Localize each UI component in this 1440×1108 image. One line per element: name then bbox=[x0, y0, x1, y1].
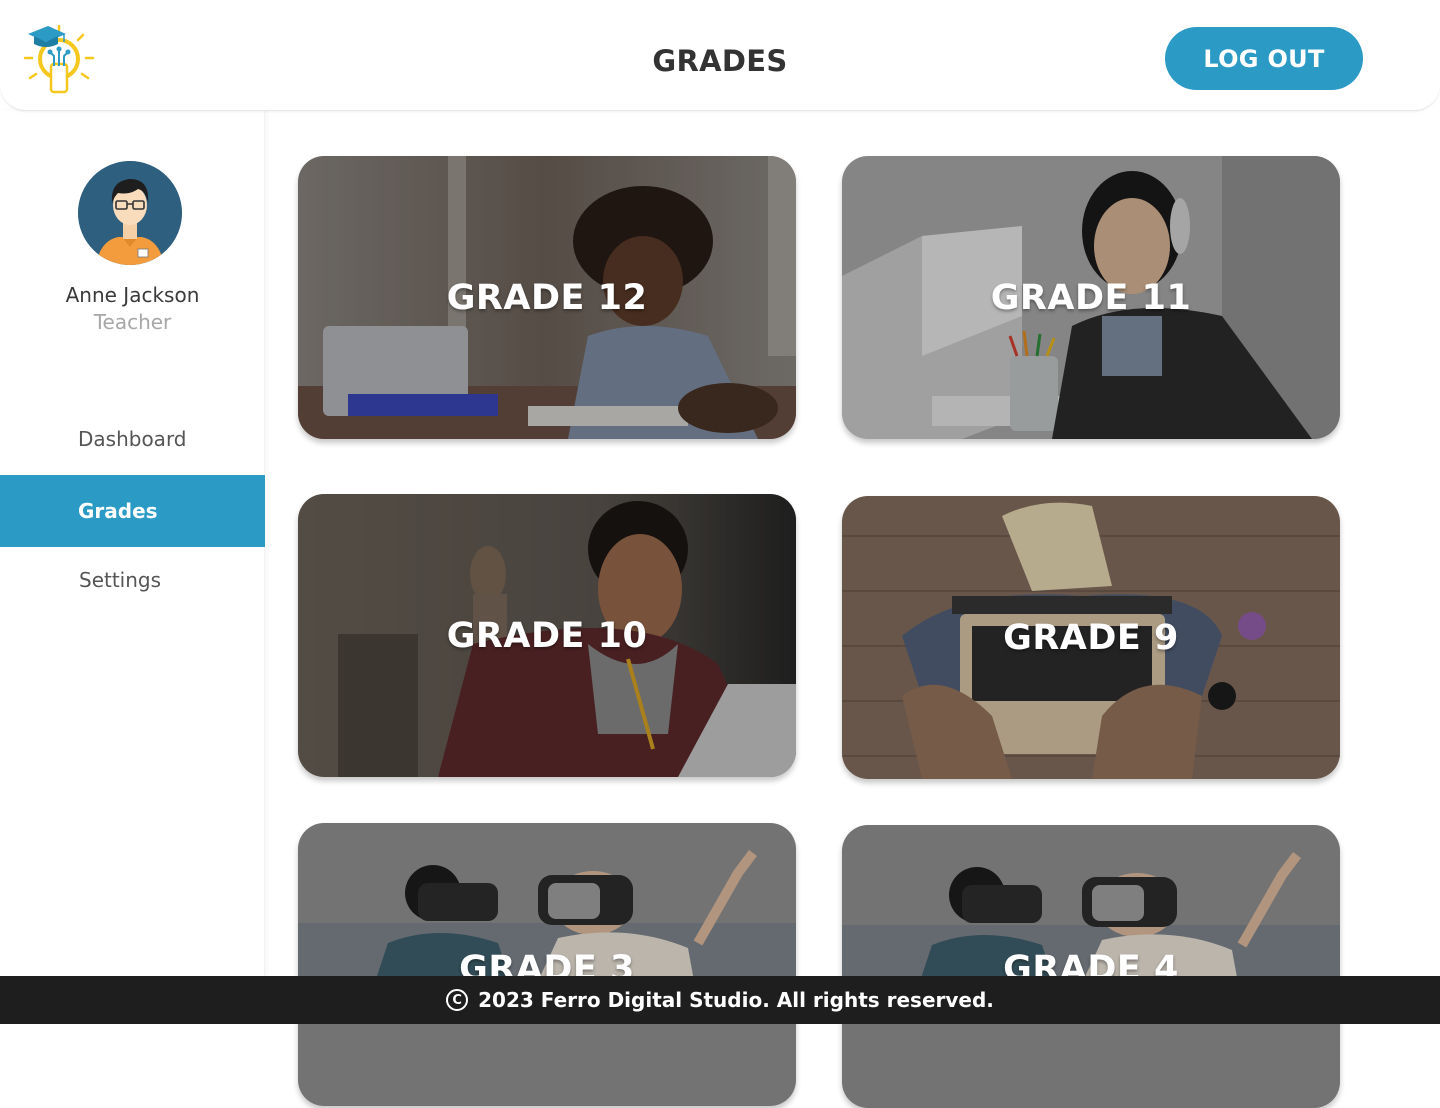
grade-label: GRADE 11 bbox=[990, 277, 1192, 318]
sidebar-item-label: Dashboard bbox=[78, 427, 187, 451]
footer-text: 2023 Ferro Digital Studio. All rights re… bbox=[478, 988, 994, 1012]
grade-label: GRADE 10 bbox=[446, 615, 648, 656]
sidebar-item-settings[interactable]: Settings bbox=[0, 544, 265, 616]
grade-card-3[interactable]: GRADE 3 bbox=[298, 823, 796, 1106]
copyright-icon: C bbox=[446, 989, 469, 1011]
user-name: Anne Jackson bbox=[65, 283, 200, 307]
teacher-avatar-icon[interactable] bbox=[78, 161, 182, 265]
sidebar: Anne Jackson Teacher Dashboard Grades Se… bbox=[0, 111, 265, 976]
logout-button[interactable]: LOG OUT bbox=[1165, 27, 1363, 90]
top-bar: GRADES LOG OUT bbox=[0, 0, 1440, 111]
grade-card-11[interactable]: GRADE 11 bbox=[842, 156, 1340, 439]
sidebar-item-grades[interactable]: Grades bbox=[0, 475, 265, 547]
grade-card-4[interactable]: GRADE 4 bbox=[842, 825, 1340, 1108]
sidebar-item-dashboard[interactable]: Dashboard bbox=[0, 403, 265, 475]
footer: C 2023 Ferro Digital Studio. All rights … bbox=[0, 976, 1440, 1024]
user-role: Teacher bbox=[93, 310, 172, 334]
grade-label: GRADE 12 bbox=[446, 277, 648, 318]
sidebar-item-label: Settings bbox=[79, 568, 162, 592]
sidebar-item-label: Grades bbox=[78, 499, 158, 523]
grade-card-10[interactable]: GRADE 10 bbox=[298, 494, 796, 777]
grade-card-12[interactable]: GRADE 12 bbox=[298, 156, 796, 439]
grade-label: GRADE 9 bbox=[1003, 617, 1179, 658]
grade-card-9[interactable]: GRADE 9 bbox=[842, 496, 1340, 779]
